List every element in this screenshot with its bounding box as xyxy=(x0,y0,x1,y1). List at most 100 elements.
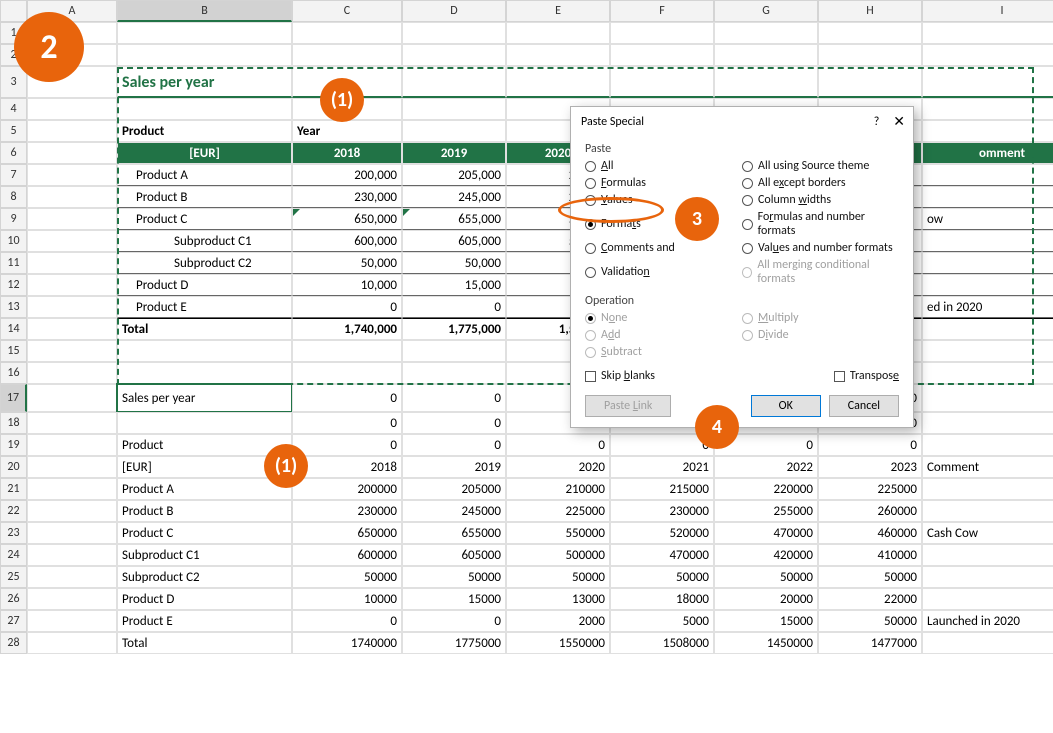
cell[interactable] xyxy=(27,566,117,588)
total-label[interactable]: Total xyxy=(117,632,292,654)
row-25[interactable]: 25 xyxy=(0,566,27,588)
value-cell[interactable]: 0 xyxy=(610,434,714,456)
value-cell[interactable]: 50000 xyxy=(506,566,610,588)
row-18[interactable]: 18 xyxy=(0,412,27,434)
row-1[interactable]: 1 xyxy=(0,22,27,44)
value-cell[interactable]: 255000 xyxy=(714,500,818,522)
value-cell[interactable]: 15000 xyxy=(714,610,818,632)
year-header[interactable]: Year xyxy=(292,120,402,142)
cell[interactable] xyxy=(402,44,506,66)
total-cell[interactable]: 1477000 xyxy=(818,632,922,654)
value-cell[interactable]: 650000 xyxy=(292,522,402,544)
value-cell[interactable]: 0 xyxy=(292,434,402,456)
cell[interactable] xyxy=(922,66,1053,98)
product-name[interactable]: Product C xyxy=(117,522,292,544)
cell[interactable] xyxy=(27,434,117,456)
value-cell[interactable]: 260000 xyxy=(818,500,922,522)
value-cell[interactable]: 650,000 xyxy=(292,208,402,230)
skip-blanks-checkbox[interactable]: Skip blanks xyxy=(585,369,655,383)
cell[interactable] xyxy=(27,340,117,362)
total-cell[interactable]: 1450000 xyxy=(714,632,818,654)
value-cell[interactable]: 460000 xyxy=(818,522,922,544)
cell[interactable] xyxy=(922,340,1053,362)
year-col[interactable]: 2023 xyxy=(818,456,922,478)
row-17[interactable]: 17 xyxy=(0,384,27,412)
value-cell[interactable]: 410000 xyxy=(818,544,922,566)
year-col[interactable]: 2019 xyxy=(402,456,506,478)
row-22[interactable]: 22 xyxy=(0,500,27,522)
total-cell[interactable]: 1775000 xyxy=(402,632,506,654)
value-cell[interactable]: 0 xyxy=(922,632,1053,654)
cell[interactable] xyxy=(27,22,117,44)
year-col[interactable]: 2018 xyxy=(292,456,402,478)
value-cell[interactable]: 420000 xyxy=(714,544,818,566)
cell[interactable] xyxy=(922,186,1053,208)
paste-opt-formnum[interactable]: Formulas and number formats xyxy=(742,210,899,238)
cell[interactable] xyxy=(922,164,1053,186)
value-cell[interactable]: 205000 xyxy=(402,478,506,500)
cancel-button[interactable]: Cancel xyxy=(829,395,899,417)
value-cell[interactable]: 0 xyxy=(292,296,402,318)
cell[interactable] xyxy=(714,66,818,98)
year-col[interactable]: 2020 xyxy=(506,456,610,478)
product-name[interactable]: Subproduct C2 xyxy=(117,252,292,274)
cell[interactable] xyxy=(27,544,117,566)
cell[interactable] xyxy=(506,22,610,44)
product-name[interactable]: Subproduct C1 xyxy=(117,544,292,566)
cell[interactable] xyxy=(117,412,292,434)
value-cell[interactable]: 0 xyxy=(922,588,1053,610)
cell[interactable] xyxy=(292,66,402,98)
cell[interactable] xyxy=(27,588,117,610)
cell[interactable] xyxy=(610,44,714,66)
value-cell[interactable]: 15,000 xyxy=(402,274,506,296)
cell[interactable] xyxy=(117,44,292,66)
cell[interactable] xyxy=(292,98,402,120)
cell[interactable] xyxy=(27,186,117,208)
help-button[interactable]: ? xyxy=(874,115,880,129)
cell[interactable] xyxy=(610,22,714,44)
total-cell[interactable]: 1,775,000 xyxy=(402,318,506,340)
active-cell[interactable]: Sales per year xyxy=(117,384,292,412)
value-cell[interactable]: 15000 xyxy=(402,588,506,610)
value-cell[interactable]: 215000 xyxy=(610,478,714,500)
value-cell[interactable]: 230000 xyxy=(610,500,714,522)
cell[interactable] xyxy=(922,120,1053,142)
value-cell[interactable]: 2000 xyxy=(506,610,610,632)
cell[interactable] xyxy=(922,22,1053,44)
col-C[interactable]: C xyxy=(292,0,402,22)
value-cell[interactable]: 0 xyxy=(402,296,506,318)
paste-opt-noborders[interactable]: All except borders xyxy=(742,176,899,190)
paste-opt-colwidths[interactable]: Column widths xyxy=(742,193,899,207)
value-cell[interactable]: 225000 xyxy=(506,500,610,522)
value-cell[interactable]: 50000 xyxy=(714,566,818,588)
value-cell[interactable]: 550000 xyxy=(506,522,610,544)
cell[interactable] xyxy=(292,22,402,44)
close-icon[interactable]: ✕ xyxy=(893,113,905,130)
row-24[interactable]: 24 xyxy=(0,544,27,566)
value-cell[interactable]: 0 xyxy=(292,384,402,412)
select-all-corner[interactable] xyxy=(0,0,27,22)
value-cell[interactable]: 605,000 xyxy=(402,230,506,252)
row-15[interactable]: 15 xyxy=(0,340,27,362)
cell[interactable] xyxy=(27,44,117,66)
value-cell[interactable]: 13000 xyxy=(506,588,610,610)
product-name[interactable]: Product A xyxy=(117,164,292,186)
total-cell[interactable]: 1508000 xyxy=(610,632,714,654)
row-20[interactable]: 20 xyxy=(0,456,27,478)
transpose-checkbox[interactable]: Transpose xyxy=(834,369,899,383)
comment-cell[interactable]: Cash Cow xyxy=(922,522,1053,544)
cell[interactable] xyxy=(922,252,1053,274)
cell[interactable] xyxy=(27,274,117,296)
row-26[interactable]: 26 xyxy=(0,588,27,610)
value-cell[interactable]: 0 xyxy=(402,434,506,456)
eur-header[interactable]: [EUR] xyxy=(117,456,292,478)
value-cell[interactable]: 5000 xyxy=(610,610,714,632)
year-col[interactable]: 2022 xyxy=(714,456,818,478)
value-cell[interactable]: 0 xyxy=(922,434,1053,456)
row-7[interactable]: 7 xyxy=(0,164,27,186)
paste-opt-theme[interactable]: All using Source theme xyxy=(742,159,899,173)
value-cell[interactable]: 50000 xyxy=(292,566,402,588)
product-header[interactable]: Product xyxy=(117,434,292,456)
product-name[interactable]: Subproduct C1 xyxy=(117,230,292,252)
comment-cell[interactable]: Launched in 2020 xyxy=(922,610,1053,632)
